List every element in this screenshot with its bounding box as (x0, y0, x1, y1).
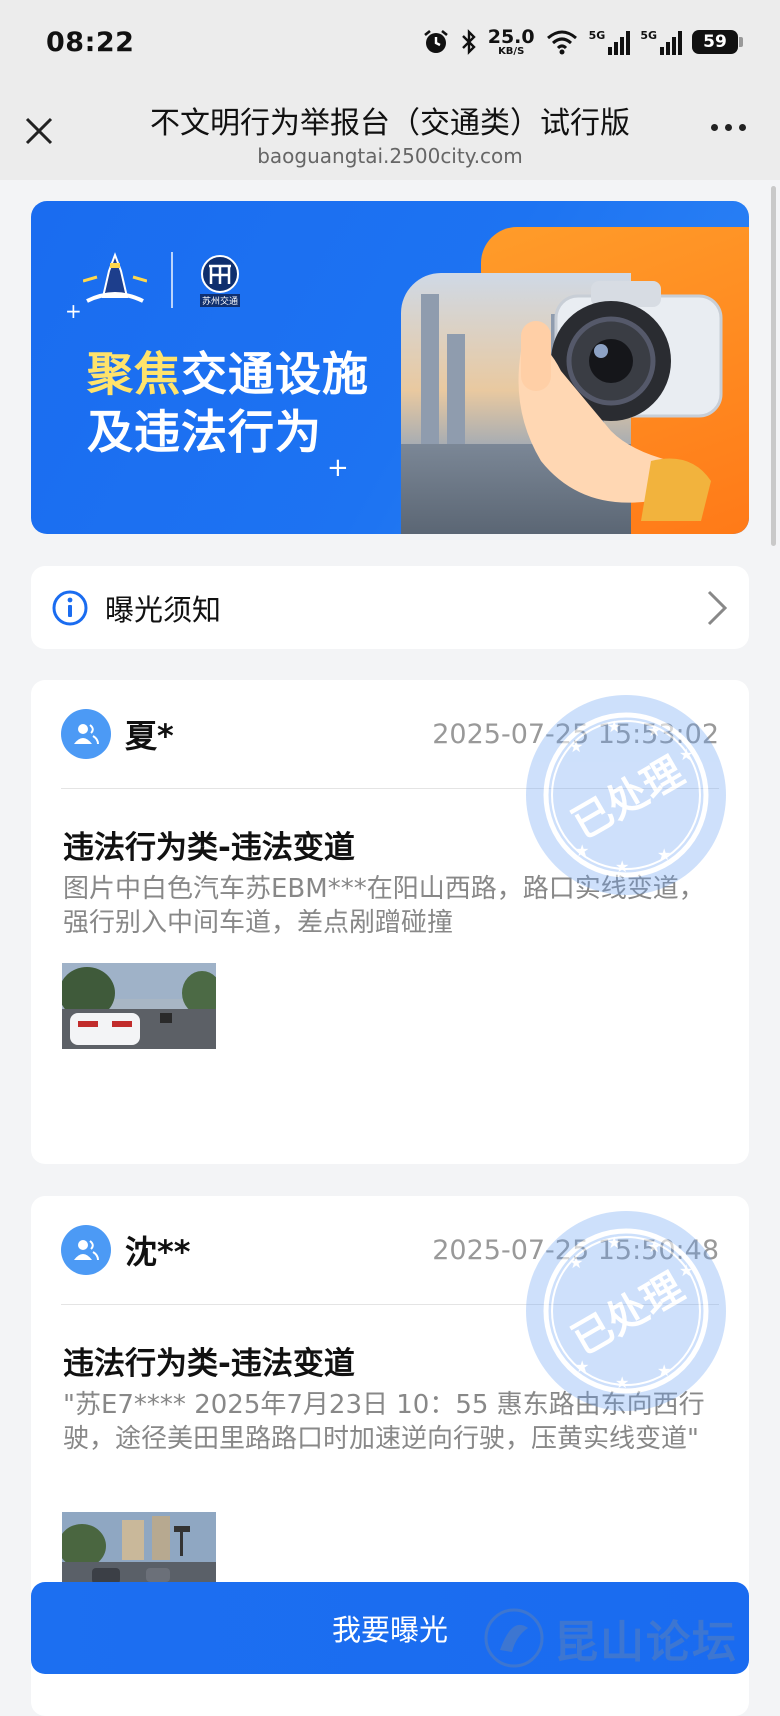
svg-text:★: ★ (607, 1233, 621, 1252)
logo-separator (171, 252, 173, 308)
processed-stamp: ★ ★ ★ ★ ★ ★ ★ 已处理 (526, 1211, 726, 1411)
battery-level: 59 (703, 32, 727, 52)
report-category: 违法行为类-违法变道 (63, 1346, 355, 1382)
svg-text:★: ★ (647, 1237, 661, 1256)
alarm-icon (423, 29, 448, 53)
watermark-text: 昆山论坛 (554, 1617, 738, 1668)
page-title: 不文明行为举报台（交通类）试行版 (150, 106, 630, 141)
reporter-name: 夏* (125, 717, 174, 755)
bluetooth-icon (461, 29, 476, 55)
notice-label: 曝光须知 (105, 592, 222, 627)
svg-text:★: ★ (569, 1253, 583, 1272)
scrollbar[interactable] (771, 186, 776, 546)
close-icon[interactable] (22, 114, 56, 148)
info-icon (52, 590, 88, 625)
page-domain: baoguangtai.2500city.com (257, 144, 523, 168)
report-category: 违法行为类-违法变道 (63, 830, 355, 866)
status-icons: 25.0 KB/S 5G 5G 59 (422, 25, 743, 57)
chevron-right-icon (707, 590, 728, 625)
svg-text:★: ★ (615, 857, 629, 876)
cell-signal-1-icon: 5G (589, 29, 631, 55)
svg-text:★: ★ (657, 1361, 671, 1380)
exposure-notice-row[interactable]: 曝光须知 (31, 566, 749, 649)
processed-stamp: ★ ★ ★ ★ ★ ★ ★ 已处理 (526, 695, 726, 895)
svg-text:★: ★ (679, 745, 693, 764)
forum-watermark: 昆山论坛 (482, 1606, 738, 1670)
svg-text:★: ★ (615, 1373, 629, 1392)
svg-text:★: ★ (569, 737, 583, 756)
user-icon (74, 724, 99, 745)
nav-header: 不文明行为举报台（交通类）试行版 baoguangtai.2500city.co… (0, 84, 780, 180)
transport-logo-caption: 苏州交通 (199, 293, 240, 307)
status-bar: 08:22 25.0 KB/S 5G 5G 59 (0, 0, 780, 84)
svg-text:★: ★ (647, 721, 661, 740)
network-speed: 25.0 KB/S (487, 25, 535, 57)
transport-logo-icon (201, 254, 239, 293)
avatar (61, 1225, 111, 1275)
slogan-line1: 交通设施 (181, 347, 369, 401)
more-options-icon[interactable] (711, 124, 746, 131)
reporter-name: 沈** (125, 1233, 191, 1271)
sparkle-icon: + (327, 453, 349, 483)
svg-text:★: ★ (679, 1261, 693, 1280)
clock-time: 08:22 (46, 26, 135, 58)
user-icon (74, 1240, 99, 1261)
report-photo-thumbnail[interactable] (62, 963, 216, 1049)
partner-logos: 苏州交通 (83, 251, 243, 309)
avatar (61, 709, 111, 759)
battery-icon: 59 (692, 30, 743, 54)
svg-text:★: ★ (657, 845, 671, 864)
svg-text:★: ★ (607, 717, 621, 736)
watermark-logo-icon (484, 1608, 544, 1668)
report-card[interactable]: 夏* 2025-07-25 15:53:02 违法行为类-违法变道 图片中白色汽… (31, 680, 749, 1164)
cell-signal-2-icon: 5G (640, 29, 682, 55)
camera-illustration (518, 281, 723, 521)
wifi-icon (546, 30, 577, 55)
tower-logo-icon (83, 252, 147, 303)
transport-logo: 苏州交通 (197, 254, 243, 307)
banner-slogan: 聚焦交通设施 及违法行为 (87, 345, 369, 461)
slogan-highlight: 聚焦 (87, 347, 181, 401)
promo-banner[interactable]: 苏州交通 聚焦交通设施 及违法行为 + + (31, 201, 749, 534)
sparkle-icon: + (65, 299, 82, 323)
